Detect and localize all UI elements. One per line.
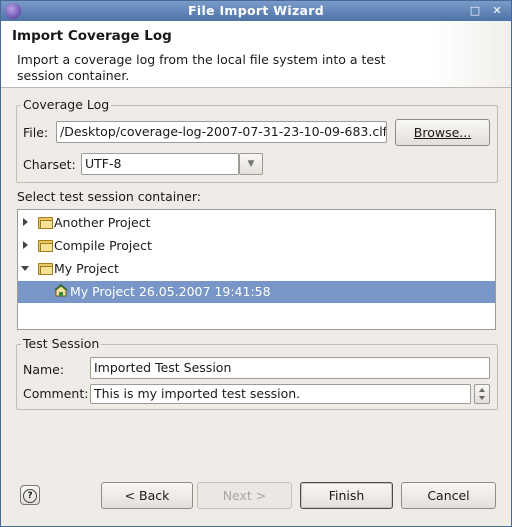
- tree-item-label: My Project 26.05.2007 19:41:58: [70, 284, 271, 299]
- tree-item-another-project[interactable]: Another Project: [18, 212, 495, 234]
- tree-item-compile-project[interactable]: Compile Project: [18, 235, 495, 257]
- window-title: File Import Wizard: [188, 3, 324, 18]
- help-button[interactable]: ?: [20, 485, 40, 505]
- charset-dropdown-button[interactable]: ▼: [239, 153, 263, 175]
- page-description: Import a coverage log from the local fil…: [17, 52, 386, 83]
- container-label: Select test session container:: [17, 189, 201, 204]
- tree-item-my-project[interactable]: My Project: [18, 258, 495, 280]
- comment-scroll-spinner[interactable]: [474, 384, 490, 404]
- tree-item-label: My Project: [54, 261, 119, 276]
- wizard-header: Import Coverage Log Import a coverage lo…: [1, 21, 511, 88]
- expand-arrow-icon[interactable]: [23, 218, 28, 226]
- maximize-icon[interactable]: □: [468, 4, 482, 18]
- tree-item-label: Another Project: [54, 215, 151, 230]
- header-banner: [433, 21, 511, 87]
- browse-label: Browse...: [413, 125, 472, 140]
- test-session-icon: [54, 284, 68, 297]
- cancel-button[interactable]: Cancel: [401, 482, 496, 509]
- arrow-up-icon[interactable]: [479, 388, 485, 392]
- title-bar[interactable]: File Import Wizard □ ✕: [1, 1, 511, 21]
- test-session-group-label: Test Session: [21, 336, 102, 351]
- close-icon[interactable]: ✕: [490, 4, 504, 18]
- coverage-log-group-label: Coverage Log: [21, 97, 112, 112]
- arrow-down-icon[interactable]: [479, 396, 485, 400]
- tree-item-label: Compile Project: [54, 238, 152, 253]
- file-path-input[interactable]: /Desktop/coverage-log-2007-07-31-23-10-0…: [56, 121, 387, 143]
- charset-label: Charset:: [23, 157, 76, 172]
- name-label: Name:: [23, 362, 65, 377]
- page-title: Import Coverage Log: [12, 28, 172, 44]
- next-button[interactable]: Next >: [197, 482, 292, 509]
- finish-button[interactable]: Finish: [300, 482, 393, 509]
- back-button[interactable]: < Back: [101, 482, 193, 509]
- session-comment-input[interactable]: This is my imported test session.: [90, 384, 471, 404]
- charset-combo[interactable]: UTF-8: [81, 153, 239, 175]
- folder-icon: [38, 216, 53, 229]
- comment-label: Comment:: [23, 386, 89, 401]
- collapse-arrow-icon[interactable]: [21, 266, 29, 271]
- folder-icon: [38, 239, 53, 252]
- session-name-input[interactable]: Imported Test Session: [90, 357, 490, 379]
- container-tree[interactable]: Another Project Compile Project My Proje…: [17, 209, 496, 330]
- tree-item-my-project-session[interactable]: My Project 26.05.2007 19:41:58: [18, 281, 495, 303]
- help-icon: ?: [23, 489, 37, 503]
- expand-arrow-icon[interactable]: [23, 241, 28, 249]
- browse-button[interactable]: Browse...: [395, 119, 490, 146]
- open-folder-icon: [38, 262, 53, 275]
- chevron-down-icon: ▼: [247, 159, 255, 169]
- file-label: File:: [23, 125, 49, 140]
- wizard-window: File Import Wizard □ ✕ Import Coverage L…: [0, 0, 512, 527]
